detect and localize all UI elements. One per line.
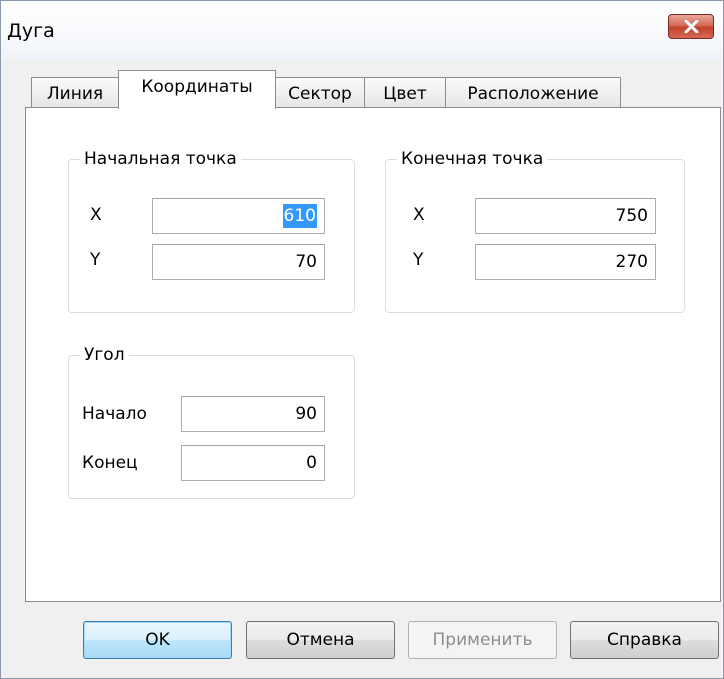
tab-sector[interactable]: Сектор [275, 77, 365, 107]
start-y-field[interactable]: 70 [152, 244, 325, 280]
tab-line[interactable]: Линия [31, 77, 119, 107]
end-y-field[interactable]: 270 [475, 244, 656, 280]
arc-dialog: Дуга Линия Координаты Сектор Цвет Распол… [0, 0, 724, 679]
start-point-legend: Начальная точка [80, 148, 241, 170]
angle-legend: Угол [80, 344, 129, 366]
close-button[interactable] [668, 14, 714, 39]
window-title: Дуга [7, 20, 55, 42]
help-button[interactable]: Справка [570, 621, 719, 659]
angle-group: Угол Начало 90 Конец 0 [68, 344, 355, 499]
start-x-label: X [90, 205, 102, 225]
cancel-button[interactable]: Отмена [246, 621, 395, 659]
tab-color[interactable]: Цвет [364, 77, 446, 107]
title-bar[interactable]: Дуга [1, 1, 723, 61]
close-icon [684, 20, 699, 33]
end-point-group: Конечная точка X 750 Y 270 [385, 148, 685, 313]
ok-button[interactable]: OK [83, 621, 232, 659]
angle-end-field[interactable]: 0 [181, 445, 325, 481]
coordinates-panel: Начальная точка X 610 Y 70 Конечная точк… [25, 107, 721, 602]
apply-button[interactable]: Применить [408, 621, 557, 659]
tab-placement[interactable]: Расположение [445, 77, 621, 107]
start-x-value: 610 [282, 204, 317, 228]
angle-start-field[interactable]: 90 [181, 396, 325, 432]
end-y-label: Y [413, 250, 424, 270]
tab-coordinates[interactable]: Координаты [118, 70, 276, 109]
end-x-field[interactable]: 750 [475, 198, 656, 234]
start-y-label: Y [90, 250, 101, 270]
angle-end-label: Конец [82, 453, 138, 473]
start-x-field[interactable]: 610 [152, 198, 325, 234]
end-point-legend: Конечная точка [397, 148, 548, 170]
angle-start-label: Начало [82, 404, 147, 424]
end-x-label: X [413, 205, 425, 225]
start-point-group: Начальная точка X 610 Y 70 [68, 148, 355, 313]
